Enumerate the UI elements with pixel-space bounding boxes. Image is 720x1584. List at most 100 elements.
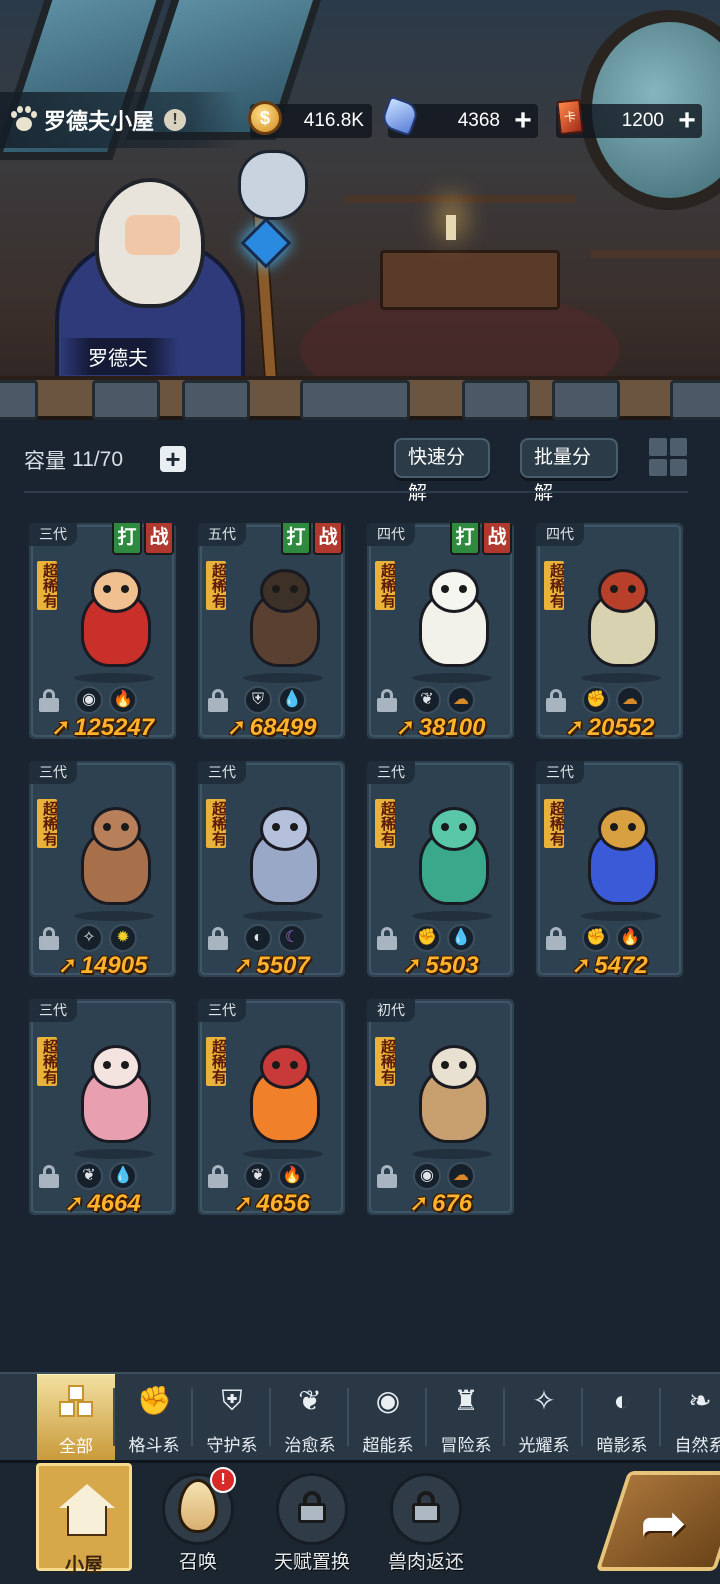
batch-decompose-button[interactable]: 批量分解 (520, 438, 618, 504)
rail-block (182, 380, 250, 420)
generation-label: 四代 (536, 523, 584, 546)
sprout-icon: ❦ (298, 1385, 322, 1416)
combat-power: ➚ 38100 (367, 713, 514, 739)
creature-head (429, 807, 479, 851)
creature-eye (103, 1061, 111, 1069)
lock-icon[interactable] (39, 927, 59, 950)
category-tab-alien[interactable]: ◉ 超能系 (349, 1374, 427, 1460)
grid-view-icon[interactable] (649, 438, 687, 476)
category-tab-fist[interactable]: ✊ 格斗系 (115, 1374, 193, 1460)
category-label: 自然系 (674, 1436, 720, 1455)
lock-body (208, 698, 228, 712)
category-tab-eclipse[interactable]: ◐ 暗影系 (583, 1374, 661, 1460)
pet-card[interactable]: 四代 超稀有 ✊ ☁ ➚ 20552 (533, 520, 686, 742)
lock-icon[interactable] (546, 689, 566, 712)
fast-decompose-button[interactable]: 快速分解 (394, 438, 490, 504)
notification-badge: ! (210, 1467, 236, 1493)
crystal-value: 4368 (457, 110, 500, 131)
lock-icon[interactable] (208, 1165, 228, 1188)
pet-card[interactable]: 三代 超稀有 ✧ ✹ ➚ 14905 (26, 758, 179, 980)
earth-icon: ☁ (447, 1162, 475, 1190)
creature-sprite (69, 801, 161, 911)
expand-capacity-button[interactable]: + (160, 446, 186, 472)
generation-label: 初代 (367, 999, 415, 1022)
creature-head (91, 1045, 141, 1089)
nav-label: 天赋置换 (273, 1552, 350, 1573)
creature-sprite (407, 563, 499, 673)
combat-power: ➚ 5472 (536, 951, 683, 977)
rarity-label: 超稀有 (206, 1037, 227, 1086)
power-arrow-icon: ➚ (402, 952, 423, 979)
add-crystal-button[interactable]: + (508, 104, 538, 138)
category-tab-lantern[interactable]: ♜ 冒险系 (427, 1374, 505, 1460)
cabin-scene: 罗德夫 (0, 0, 720, 420)
category-tab-leaf[interactable]: ❧ 自然系 (661, 1374, 720, 1460)
nav-cabin[interactable]: 小屋 (36, 1463, 132, 1576)
lock-body (39, 698, 59, 712)
gold-value: 416.8K (303, 110, 364, 131)
creature-eye (103, 823, 111, 831)
lock-icon[interactable] (377, 1165, 397, 1188)
pet-card[interactable]: 三代 超稀有 ✊ 💧 ➚ 5503 (364, 758, 517, 980)
sprout-icon: ❦ (75, 1162, 103, 1190)
lock-icon[interactable] (39, 689, 59, 712)
lock-icon[interactable] (208, 689, 228, 712)
summon-card-value: 1200 (621, 110, 664, 131)
creature-shadow (74, 911, 154, 921)
house-icon (59, 1484, 115, 1536)
category-tab-sprout[interactable]: ❦ 治愈系 (271, 1374, 349, 1460)
creature-shadow (412, 1149, 492, 1159)
fist-icon: ✊ (582, 924, 610, 952)
creature-shadow (412, 673, 492, 683)
category-label: 格斗系 (128, 1436, 180, 1455)
pet-card[interactable]: 初代 超稀有 ◉ ☁ ➚ 676 (364, 996, 517, 1218)
creature-sprite (576, 563, 668, 673)
creature-sprite (69, 563, 161, 673)
combat-power: ➚ 5507 (198, 951, 345, 979)
category-separator (113, 1388, 115, 1446)
bottom-navigation: 兽肉返还 天赋置换! 召唤 小屋 ➦ (0, 1460, 720, 1584)
nav-talent-swap[interactable]: 天赋置换 (264, 1463, 360, 1573)
category-tab-shield[interactable]: ⛨ 守护系 (193, 1374, 271, 1460)
nav-meat-refund[interactable]: 兽肉返还 (378, 1463, 474, 1573)
lock-icon[interactable] (546, 927, 566, 950)
lock-body (546, 698, 566, 712)
page-title: 罗德夫小屋 (44, 109, 155, 134)
pet-card[interactable]: 三代打战超稀有 ◉ 🔥 ➚ 125247 (26, 520, 179, 742)
lock-icon[interactable] (208, 927, 228, 950)
creature-head (260, 569, 310, 613)
lock-body (208, 1174, 228, 1188)
category-label: 全部 (59, 1437, 93, 1456)
combat-power-value: 125247 (74, 714, 155, 741)
creature-eye (272, 823, 280, 831)
combat-power: ➚ 676 (367, 1189, 514, 1215)
rarity-label: 超稀有 (375, 1037, 396, 1086)
pet-card[interactable]: 五代打战超稀有 ⛨ 💧 ➚ 68499 (195, 520, 348, 742)
nav-summon[interactable]: ! 召唤 (150, 1463, 246, 1573)
crystal-counter: 4368 + (379, 95, 538, 138)
info-icon[interactable]: ! (164, 109, 187, 131)
category-tab-all-boxes[interactable]: 全部 (37, 1374, 115, 1460)
generation-label: 三代 (29, 999, 77, 1022)
category-separator (269, 1388, 271, 1446)
lock-icon[interactable] (377, 689, 397, 712)
lock-icon[interactable] (39, 1165, 59, 1188)
pet-card[interactable]: 三代 超稀有 ❦ 🔥 ➚ 4656 (195, 996, 348, 1218)
combat-power: ➚ 4656 (198, 1189, 345, 1215)
category-separator (503, 1388, 505, 1446)
pet-card[interactable]: 三代 超稀有 ◐ ☾ ➚ 5507 (195, 758, 348, 980)
pet-card[interactable]: 四代打战超稀有 ❦ ☁ ➚ 38100 (364, 520, 517, 742)
combat-power: ➚ 68499 (198, 713, 345, 739)
house-roof (59, 1484, 115, 1508)
pet-card[interactable]: 三代 超稀有 ❦ 💧 ➚ 4664 (26, 996, 179, 1218)
creature-shadow (412, 911, 492, 921)
generation-label: 三代 (198, 761, 246, 784)
eclipse-icon: ◐ (244, 924, 272, 952)
fist-icon: ✊ (582, 686, 610, 714)
lock-icon[interactable] (377, 927, 397, 950)
pet-card[interactable]: 三代 超稀有 ✊ 🔥 ➚ 5472 (533, 758, 686, 980)
power-arrow-icon: ➚ (233, 952, 254, 979)
wall-shelf (590, 250, 720, 258)
add-summon-card-button[interactable]: + (672, 104, 702, 138)
category-tab-crosshair-star[interactable]: ✧ 光耀系 (505, 1374, 583, 1460)
